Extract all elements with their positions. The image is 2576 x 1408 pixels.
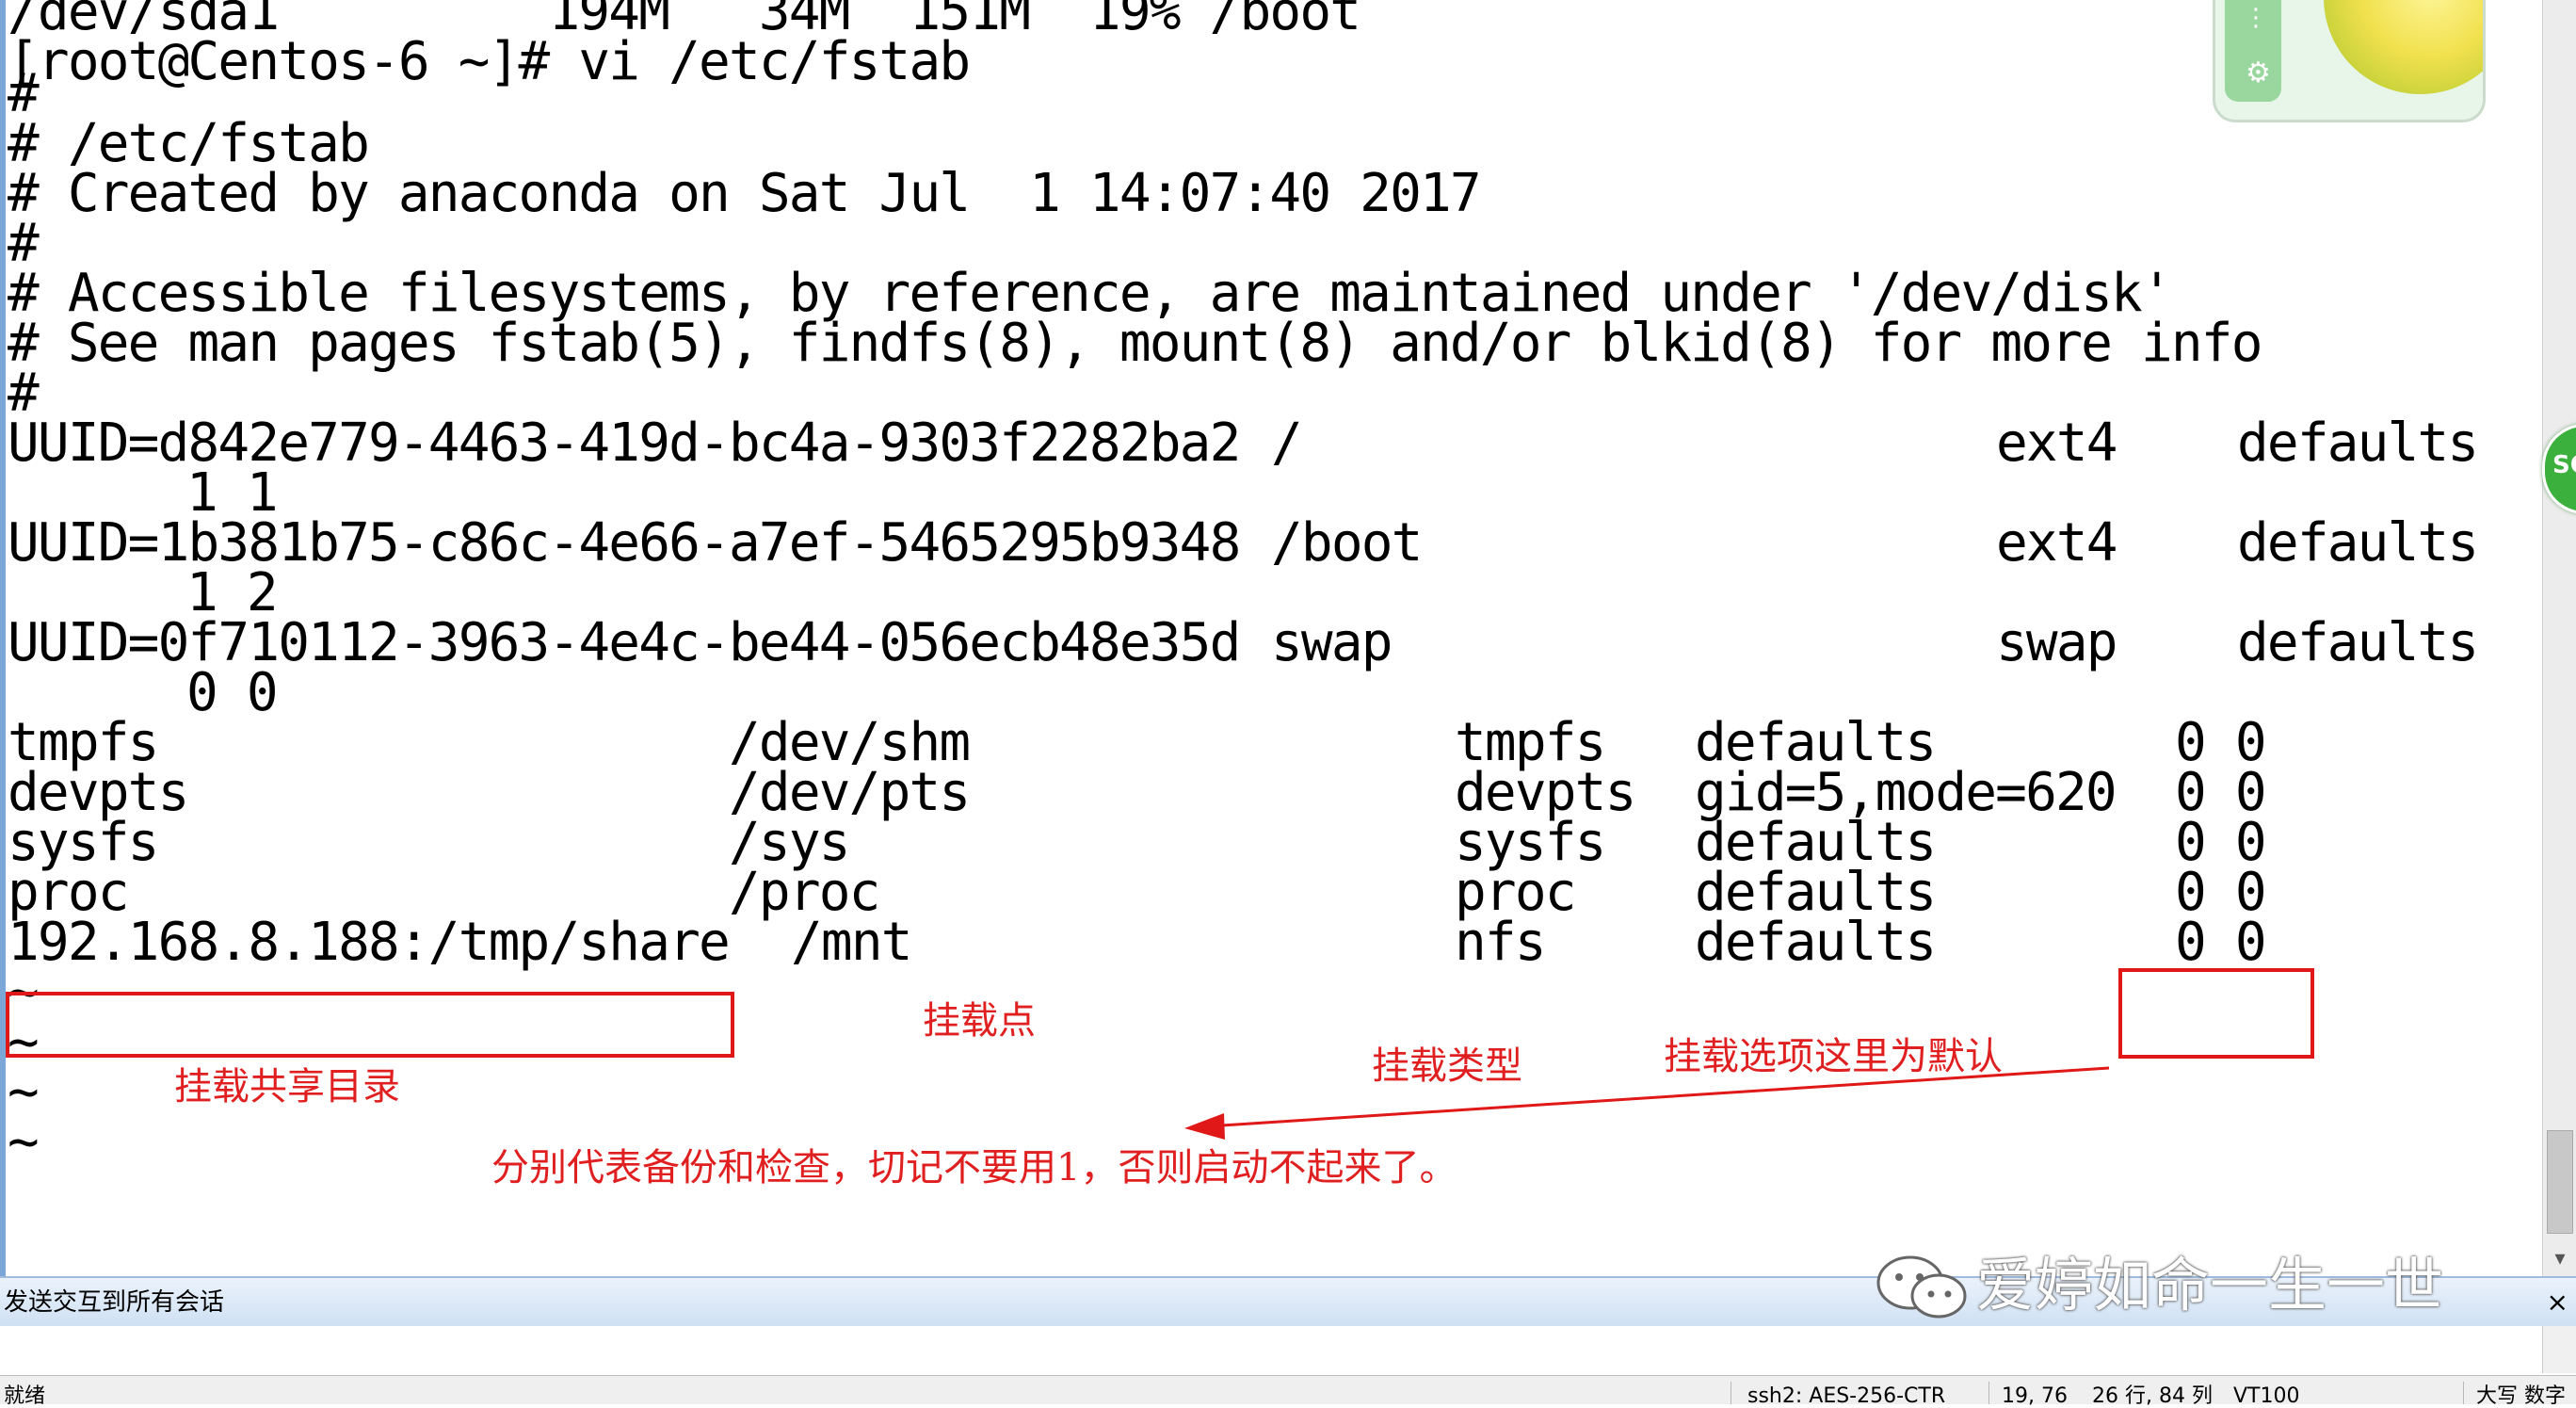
fstab-dump-pass: 1 2 (186, 562, 279, 623)
fstab-device: proc (8, 862, 129, 923)
status-ready: 就绪 (4, 1384, 46, 1408)
fstab-device: devpts (8, 762, 189, 823)
annotation-mount-point: 挂载点 (923, 999, 1036, 1043)
terminal-left-border (0, 0, 6, 1276)
fstab-options: gid=5,mode=620 (1695, 762, 2117, 823)
terminal-screen[interactable]: /dev/sda1 194M 34M 151M 19% /boot [root@… (0, 0, 2542, 1276)
side-badge-label: SO (2552, 451, 2576, 479)
dump-pass-highlight-box (2118, 968, 2314, 1059)
fstab-type: swap (1996, 612, 2117, 673)
status-divider (2463, 1382, 2464, 1404)
fstab-options: defaults (1695, 712, 1937, 773)
fstab-dump-pass: 0 0 (2175, 762, 2267, 823)
fstab-dump-pass: 1 1 (186, 462, 279, 524)
terminal-line: # /etc/fstab (8, 113, 370, 174)
fstab-type: ext4 (1996, 413, 2117, 474)
fstab-device: UUID=1b381b75-c86c-4e66-a7ef-5465295b934… (8, 512, 1241, 574)
status-connection: ssh2: AES-256-CTR (1747, 1384, 1946, 1408)
fstab-dump-pass: 0 0 (2175, 862, 2267, 923)
terminal-line: [root@Centos-6 ~]# vi /etc/fstab (8, 31, 971, 92)
close-icon[interactable]: × (2547, 1287, 2568, 1319)
fstab-mount: /sys (729, 812, 850, 873)
lemon-image (2324, 0, 2483, 94)
fstab-mount: /proc (729, 862, 880, 923)
fstab-dump-pass: 0 0 (186, 662, 279, 723)
vim-empty-line: ~ (8, 1111, 40, 1173)
fstab-mount: / (1271, 413, 1303, 474)
gear-icon[interactable]: ⚙ (2246, 57, 2271, 89)
status-cursor-position: 19, 76 (2002, 1384, 2068, 1408)
widget-side-panel: ⋮ ⚙ (2225, 0, 2281, 102)
annotation-shared-dir: 挂载共享目录 (174, 1065, 400, 1109)
fstab-type: sysfs (1455, 812, 1606, 873)
send-to-all-sessions-label: 发送交互到所有会话 (4, 1288, 225, 1317)
terminal-scrollbar[interactable]: ▾ (2542, 0, 2576, 1276)
annotation-mount-type: 挂载类型 (1372, 1044, 1522, 1088)
wechat-icon (1876, 1255, 1967, 1319)
status-caps-num: 大写 数字 (2476, 1384, 2566, 1408)
fstab-type: tmpfs (1455, 712, 1606, 773)
terminal-line: # See man pages fstab(5), findfs(8), mou… (8, 313, 2262, 374)
wechat-watermark: 爱婷如命一生一世 (1869, 1251, 2528, 1320)
annotation-backup-check: 分别代表备份和检查，切记不要用1，否则启动不起来了。 (491, 1146, 1457, 1190)
status-terminal-size: 26 行, 84 列 (2092, 1384, 2213, 1408)
terminal-line: # (8, 213, 40, 274)
fstab-type: devpts (1455, 762, 1636, 823)
terminal-line: # (8, 63, 40, 124)
vim-empty-line: ~ (8, 1061, 40, 1123)
fstab-device: sysfs (8, 812, 159, 873)
fstab-options: defaults (2237, 413, 2479, 474)
fstab-mount: /boot (1271, 512, 1423, 574)
fstab-options: defaults (1695, 862, 1937, 923)
fstab-mount: /mnt (791, 912, 912, 973)
terminal-line: # (8, 363, 40, 424)
fstab-dump-pass: 0 0 (2175, 712, 2267, 773)
fstab-device: UUID=d842e779-4463-419d-bc4a-9303f2282ba… (8, 413, 1241, 474)
scroll-down-arrow-icon[interactable]: ▾ (2543, 1242, 2576, 1276)
shared-dir-highlight-box (6, 992, 734, 1058)
fstab-options: defaults (1695, 812, 1937, 873)
terminal-line: # Accessible filesystems, by reference, … (8, 263, 2173, 324)
fstab-device: UUID=0f710112-3963-4e4c-be44-056ecb48e35… (8, 612, 1241, 673)
send-input-area[interactable] (0, 1326, 2542, 1373)
fstab-type: ext4 (1996, 512, 2117, 574)
fstab-dump-pass: 0 0 (2175, 812, 2267, 873)
annotation-mount-options: 挂载选项这里为默认 (1664, 1035, 2003, 1078)
fstab-options: defaults (1695, 912, 1937, 973)
scrollbar-thumb[interactable] (2547, 1130, 2573, 1234)
fstab-mount: /dev/pts (729, 762, 971, 823)
fstab-device: tmpfs (8, 712, 159, 773)
input-scrollbar[interactable] (2542, 1326, 2576, 1373)
fstab-type: nfs (1455, 912, 1547, 973)
watermark-text: 爱婷如命一生一世 (1976, 1251, 2444, 1319)
status-divider (1988, 1382, 1989, 1404)
status-bar: 就绪 ssh2: AES-256-CTR 19, 76 26 行, 84 列 V… (0, 1375, 2576, 1408)
fstab-device: 192.168.8.188:/tmp/share (8, 912, 731, 973)
fstab-mount: /dev/shm (729, 712, 971, 773)
fstab-options: defaults (2237, 612, 2479, 673)
fstab-options: defaults (2237, 512, 2479, 574)
fstab-mount: swap (1271, 612, 1393, 673)
fstab-dump-pass: 0 0 (2175, 912, 2267, 973)
fstab-type: proc (1455, 862, 1576, 923)
lemon-wallpaper-icon[interactable]: ⋮ ⚙ (2213, 0, 2486, 122)
status-terminal-type: VT100 (2233, 1384, 2300, 1408)
terminal-line: # Created by anaconda on Sat Jul 1 14:07… (8, 163, 1482, 224)
dots-icon: ⋮ (2244, 4, 2268, 32)
